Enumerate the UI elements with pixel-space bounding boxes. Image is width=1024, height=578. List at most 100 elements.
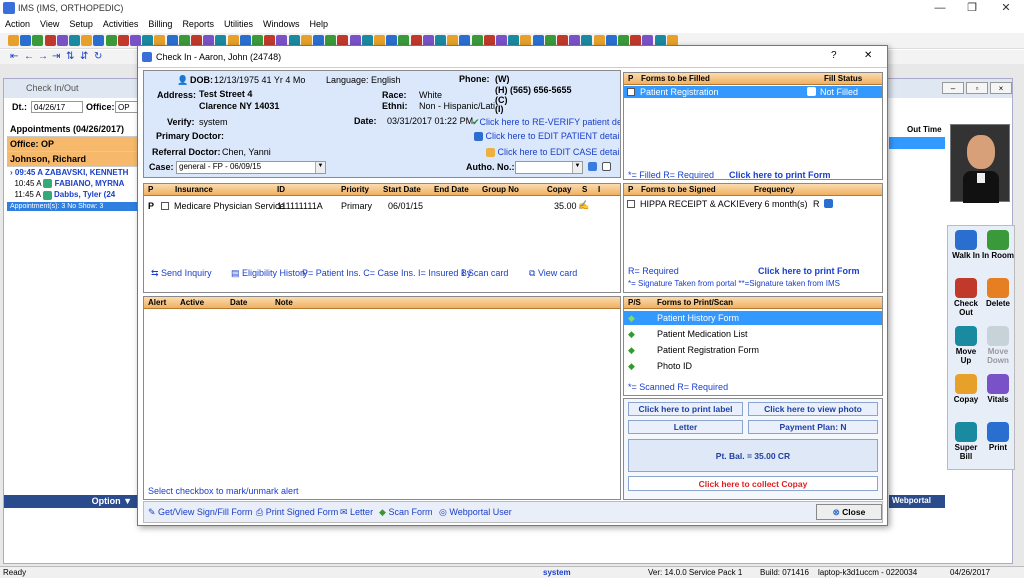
print-label-button[interactable]: Click here to print label bbox=[628, 402, 743, 416]
form-scan-row[interactable]: ◆ Photo ID bbox=[624, 359, 882, 373]
edit-form-icon[interactable] bbox=[807, 87, 816, 96]
in-room-button[interactable]: In Room bbox=[982, 230, 1014, 260]
menu-utilities[interactable]: Utilities bbox=[219, 17, 258, 31]
menu-view[interactable]: View bbox=[35, 17, 64, 31]
toolbar-icon[interactable] bbox=[56, 35, 68, 46]
nav-arrow-icon[interactable]: ⇵ bbox=[80, 51, 88, 62]
appointment-row[interactable]: 11:45 A Dabbs, Tyler (24 bbox=[7, 189, 138, 200]
scan-form-link[interactable]: ◆ Scan Form bbox=[379, 507, 432, 518]
toolbar-icon[interactable] bbox=[32, 35, 44, 46]
toolbar-icon[interactable] bbox=[105, 35, 117, 46]
form-fill-status: Not Filled bbox=[820, 87, 859, 97]
autho-select[interactable]: ▼ bbox=[515, 161, 583, 174]
toolbar-icon[interactable] bbox=[20, 35, 32, 46]
check-out-button[interactable]: Check Out bbox=[950, 278, 982, 317]
reverify-link[interactable]: ✔Click here to RE-VERIFY patient detail bbox=[472, 117, 620, 128]
minimize-button[interactable]: — bbox=[926, 0, 954, 17]
view-card-link[interactable]: ⧉ View card bbox=[529, 268, 577, 279]
date-input[interactable]: 04/26/17 bbox=[31, 101, 83, 113]
ethnicity-value: Non - Hispanic/Lati bbox=[419, 101, 496, 111]
checkinout-minimize-button[interactable]: – bbox=[942, 82, 964, 94]
col-alert: Alert bbox=[148, 298, 167, 307]
col-forms-scan: Forms to Print/Scan bbox=[657, 298, 734, 307]
col-p: P bbox=[148, 185, 154, 194]
col-id: ID bbox=[277, 185, 285, 194]
nav-arrow-icon[interactable]: ← bbox=[24, 51, 34, 62]
copay-button[interactable]: Copay bbox=[950, 374, 982, 404]
toolbar-icon[interactable] bbox=[81, 35, 93, 46]
toolbar-icon[interactable] bbox=[69, 35, 80, 46]
form-sign-checkbox[interactable] bbox=[627, 200, 635, 208]
toolbar-icon[interactable] bbox=[8, 35, 19, 46]
referral-doctor-label: Referral Doctor: bbox=[152, 147, 221, 157]
delete-button[interactable]: Delete bbox=[982, 278, 1014, 308]
webportal-user-link[interactable]: ◎ Webportal User bbox=[439, 507, 512, 518]
close-dialog-icon[interactable]: ✕ bbox=[864, 50, 872, 61]
col-frequency: Frequency bbox=[754, 185, 795, 194]
vitals-button[interactable]: Vitals bbox=[982, 374, 1014, 404]
form-sign-row[interactable]: HIPPA RECEIPT & ACKNOWLE Every 6 month(s… bbox=[624, 198, 882, 210]
form-scan-row[interactable]: ◆ Patient History Form bbox=[624, 311, 882, 325]
letter-button[interactable]: Letter bbox=[628, 420, 743, 434]
nav-arrow-icon[interactable]: ⇅ bbox=[66, 51, 74, 62]
nav-arrow-icon[interactable]: ⇤ bbox=[10, 51, 18, 62]
eligibility-history-link[interactable]: ▤ Eligibility History bbox=[231, 268, 308, 279]
toolbar-icon[interactable] bbox=[117, 35, 129, 46]
insurance-checkbox[interactable] bbox=[161, 202, 169, 210]
menu-setup[interactable]: Setup bbox=[64, 17, 98, 31]
print-signed-form-link[interactable]: ⎙ Print Signed Form bbox=[256, 507, 338, 518]
walk-in-button[interactable]: Walk In bbox=[950, 230, 982, 260]
option-button[interactable]: Option ▼ bbox=[4, 495, 138, 508]
nav-arrow-icon[interactable]: ↻ bbox=[94, 51, 102, 62]
letter-link[interactable]: ✉ Letter bbox=[340, 507, 373, 518]
move-up-button[interactable]: Move Up bbox=[950, 326, 982, 365]
appointment-row[interactable]: › 09:45 A ZABAVSKI, KENNETH bbox=[7, 167, 138, 178]
view-photo-button[interactable]: Click here to view photo bbox=[748, 402, 878, 416]
search-icon[interactable] bbox=[588, 162, 597, 171]
form-fill-checkbox[interactable] bbox=[627, 88, 635, 96]
payment-plan-button[interactable]: Payment Plan: N bbox=[748, 420, 878, 434]
print-sign-form-link[interactable]: Click here to print Form bbox=[758, 266, 860, 276]
nav-arrow-icon[interactable]: ⇥ bbox=[52, 51, 60, 62]
patient-photo[interactable] bbox=[950, 124, 1010, 203]
close-app-button[interactable]: ✕ bbox=[992, 0, 1020, 17]
checkinout-restore-button[interactable]: ▫ bbox=[966, 82, 988, 94]
menu-action[interactable]: Action bbox=[0, 17, 35, 31]
case-select[interactable]: general - FP - 06/09/15 ▼ bbox=[176, 161, 326, 174]
print-fill-form-link[interactable]: Click here to print Form bbox=[729, 170, 831, 179]
restore-button[interactable]: ❐ bbox=[958, 0, 986, 17]
edit-case-link[interactable]: Click here to EDIT CASE detail bbox=[486, 147, 620, 158]
checkinout-close-button[interactable]: × bbox=[990, 82, 1012, 94]
form-fill-row[interactable]: Patient Registration Not Filled bbox=[624, 86, 882, 98]
help-button[interactable]: ? bbox=[831, 50, 837, 61]
in-room-icon bbox=[987, 230, 1009, 250]
menu-help[interactable]: Help bbox=[304, 17, 333, 31]
signature-icon[interactable]: ✍ bbox=[578, 200, 589, 211]
appointment-patient: ZABAVSKI, KENNETH bbox=[45, 168, 129, 177]
view-card-text: View card bbox=[537, 268, 578, 278]
scan-card-link[interactable]: ⌇ Scan card bbox=[461, 268, 508, 279]
toolbar-icon[interactable] bbox=[93, 35, 105, 46]
patient-icon bbox=[42, 190, 52, 200]
document-icon[interactable] bbox=[602, 162, 611, 171]
move-down-button[interactable]: Move Down bbox=[982, 326, 1014, 365]
menu-reports[interactable]: Reports bbox=[177, 17, 219, 31]
close-button[interactable]: ⊗ Close bbox=[816, 504, 882, 520]
menu-activities[interactable]: Activities bbox=[98, 17, 144, 31]
edit-form-icon[interactable] bbox=[824, 199, 833, 208]
get-view-sign-link[interactable]: ✎ Get/View Sign/Fill Form bbox=[148, 507, 252, 518]
col-p: P bbox=[628, 185, 634, 194]
menu-windows[interactable]: Windows bbox=[258, 17, 305, 31]
form-scan-row[interactable]: ◆ Patient Medication List bbox=[624, 327, 882, 341]
menu-billing[interactable]: Billing bbox=[143, 17, 177, 31]
edit-patient-link[interactable]: Click here to EDIT PATIENT detail bbox=[474, 131, 620, 142]
super-bill-button[interactable]: Super Bill bbox=[950, 422, 982, 461]
print-button[interactable]: Print bbox=[982, 422, 1014, 452]
collect-copay-button[interactable]: Click here to collect Copay bbox=[628, 476, 878, 491]
appointment-row[interactable]: 10:45 A FABIANO, MYRNA bbox=[7, 178, 138, 189]
form-scan-row[interactable]: ◆ Patient Registration Form bbox=[624, 343, 882, 357]
insurance-row[interactable]: P Medicare Physician Service 111111111A … bbox=[148, 200, 618, 212]
nav-arrow-icon[interactable]: → bbox=[38, 51, 48, 62]
toolbar-icon[interactable] bbox=[44, 35, 56, 46]
send-inquiry-link[interactable]: ⇆ Send Inquiry bbox=[151, 268, 212, 279]
